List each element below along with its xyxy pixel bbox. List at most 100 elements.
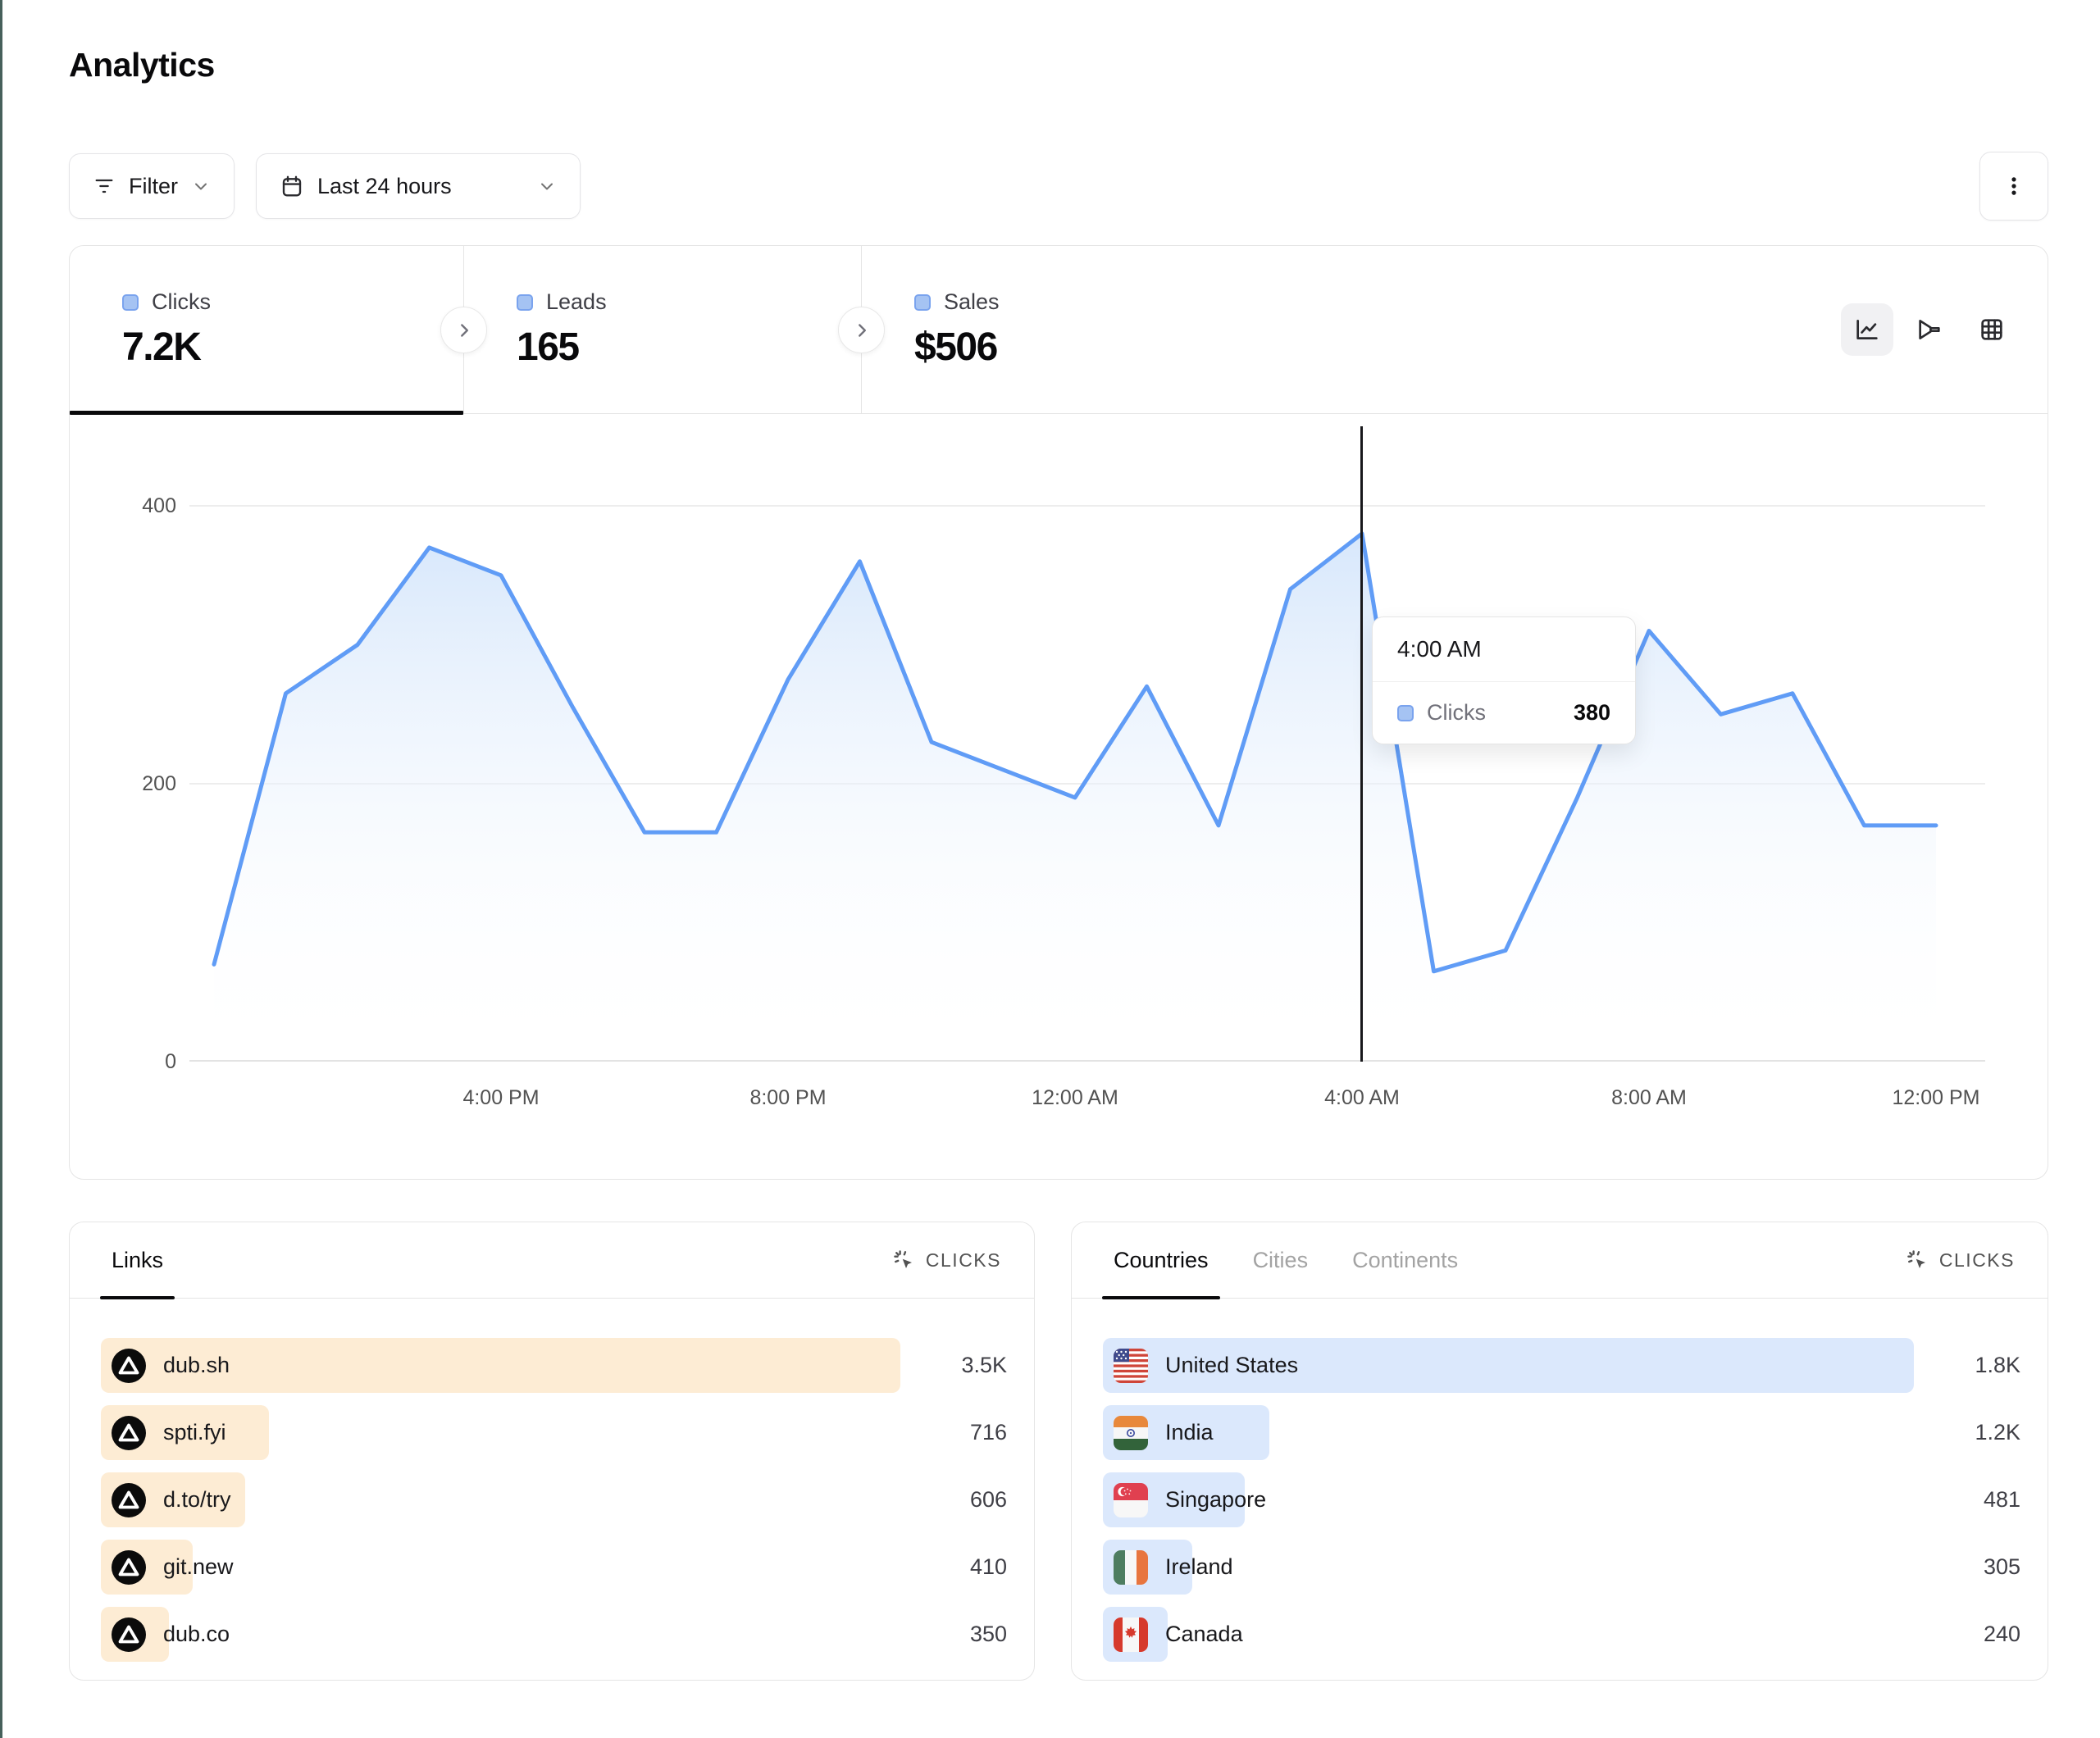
country-label: Ireland: [1165, 1554, 1233, 1580]
tooltip-time: 4:00 AM: [1373, 617, 1635, 682]
country-clicks-value: 1.8K: [1914, 1353, 2020, 1378]
link-clicks-value: 716: [900, 1420, 1007, 1445]
x-axis-tick: 12:00 AM: [1001, 1086, 1149, 1110]
metric-label: Clicks: [152, 289, 211, 315]
filter-button-label: Filter: [129, 174, 178, 199]
link-clicks-value: 350: [900, 1622, 1007, 1647]
link-row[interactable]: d.to/try 606: [101, 1472, 1007, 1527]
country-clicks-value: 240: [1914, 1622, 2020, 1647]
metric-label: Leads: [546, 289, 607, 315]
kebab-menu-icon: [2003, 175, 2025, 197]
country-clicks-value: 1.2K: [1914, 1420, 2020, 1445]
analytics-page: Analytics Filter Last 24 hours Clicks 7.…: [0, 0, 2100, 1681]
line-chart-icon: [1853, 316, 1881, 344]
calendar-icon: [280, 174, 304, 198]
country-row[interactable]: United States 1.8K: [1103, 1338, 2020, 1393]
geo-panel-header: Countries Cities Continents CLICKS: [1072, 1222, 2048, 1299]
metrics-tabs-row: Clicks 7.2K Leads 165 Sales $506: [70, 246, 2048, 414]
more-options-button[interactable]: [1979, 152, 2048, 221]
line-chart-toggle-button[interactable]: [1841, 303, 1893, 356]
tab-clicks[interactable]: Clicks 7.2K: [70, 246, 464, 413]
links-rows: dub.sh 3.5K spti.fyi 716 d.to/try 606: [70, 1299, 1034, 1662]
links-panel-header: Links CLICKS: [70, 1222, 1034, 1299]
metric-label: Sales: [944, 289, 1000, 315]
geo-metric-header-label: CLICKS: [1939, 1249, 2015, 1272]
link-row[interactable]: dub.sh 3.5K: [101, 1338, 1007, 1393]
dub-logo-icon: [112, 1550, 146, 1585]
clicks-legend-square-icon: [122, 294, 139, 311]
tab-leads[interactable]: Leads 165: [464, 246, 862, 413]
link-row[interactable]: spti.fyi 716: [101, 1405, 1007, 1460]
table-view-toggle-button[interactable]: [1966, 303, 2018, 356]
metric-value: 7.2K: [122, 325, 463, 370]
date-range-button[interactable]: Last 24 hours: [256, 153, 581, 219]
link-label: git.new: [163, 1554, 234, 1580]
y-axis-tick: 200: [102, 770, 176, 798]
geo-panel: Countries Cities Continents CLICKS Unite…: [1071, 1222, 2048, 1681]
tab-countries[interactable]: Countries: [1114, 1222, 1209, 1298]
links-metric-header[interactable]: CLICKS: [891, 1248, 1001, 1272]
link-clicks-value: 3.5K: [900, 1353, 1007, 1378]
links-metric-header-label: CLICKS: [926, 1249, 1001, 1272]
link-clicks-value: 606: [900, 1487, 1007, 1513]
link-label: d.to/try: [163, 1487, 231, 1513]
chart-type-toggles: [1841, 303, 2018, 356]
geo-rows: United States 1.8K India 1.2K Singapor: [1072, 1299, 2048, 1662]
date-range-label: Last 24 hours: [317, 174, 452, 199]
funnel-chart-toggle-button[interactable]: [1903, 303, 1956, 356]
filter-button[interactable]: Filter: [69, 153, 235, 219]
filter-icon: [93, 175, 116, 198]
chevron-down-icon: [537, 176, 557, 196]
tab-links[interactable]: Links: [112, 1222, 163, 1298]
y-axis-tick: 400: [102, 492, 176, 520]
country-row[interactable]: Singapore 481: [1103, 1472, 2020, 1527]
tooltip-legend-square-icon: [1397, 705, 1414, 721]
sales-legend-square-icon: [914, 294, 931, 311]
x-axis-tick: 4:00 PM: [427, 1086, 575, 1110]
x-axis-tick: 8:00 PM: [714, 1086, 862, 1110]
country-row[interactable]: Canada 240: [1103, 1607, 2020, 1662]
country-label: Singapore: [1165, 1487, 1266, 1513]
hover-crosshair-line: [1360, 426, 1363, 1062]
link-clicks-value: 410: [900, 1554, 1007, 1580]
flag-ireland-icon: [1114, 1550, 1148, 1585]
area-chart[interactable]: [189, 463, 1985, 1062]
table-grid-icon: [1978, 316, 2006, 344]
dub-logo-icon: [112, 1617, 146, 1652]
dub-logo-icon: [112, 1349, 146, 1383]
chevron-right-icon: [851, 320, 872, 341]
country-clicks-value: 481: [1914, 1487, 2020, 1513]
y-axis-tick: 0: [102, 1048, 176, 1076]
clicks-chart-region: 400 200 0 4:00 PM 8:00 PM 12:00 AM 4:: [70, 414, 2048, 1178]
flag-singapore-icon: [1114, 1483, 1148, 1517]
tab-cities[interactable]: Cities: [1253, 1222, 1309, 1298]
funnel-chart-icon: [1916, 316, 1943, 344]
expand-clicks-button[interactable]: [440, 307, 487, 353]
flag-india-icon: [1114, 1416, 1148, 1450]
x-axis-tick: 4:00 AM: [1288, 1086, 1436, 1110]
link-row[interactable]: git.new 410: [101, 1540, 1007, 1595]
country-row[interactable]: India 1.2K: [1103, 1405, 2020, 1460]
link-label: dub.co: [163, 1622, 230, 1647]
analytics-card: Clicks 7.2K Leads 165 Sales $506: [69, 245, 2048, 1180]
country-label: Canada: [1165, 1622, 1243, 1647]
link-label: spti.fyi: [163, 1420, 226, 1445]
country-row[interactable]: Ireland 305: [1103, 1540, 2020, 1595]
page-title: Analytics: [69, 45, 2048, 84]
chevron-down-icon: [191, 176, 211, 196]
chart-tooltip: 4:00 AM Clicks 380: [1372, 616, 1636, 744]
x-axis-tick: 12:00 PM: [1862, 1086, 2010, 1110]
leads-legend-square-icon: [517, 294, 533, 311]
geo-metric-header[interactable]: CLICKS: [1905, 1248, 2015, 1272]
toolbar: Filter Last 24 hours: [69, 152, 2048, 221]
tab-continents[interactable]: Continents: [1352, 1222, 1458, 1298]
link-row[interactable]: dub.co 350: [101, 1607, 1007, 1662]
expand-leads-button[interactable]: [838, 307, 885, 353]
chevron-right-icon: [453, 320, 475, 341]
tooltip-series-name: Clicks: [1427, 700, 1486, 726]
links-panel: Links CLICKS dub.sh 3.5K spti: [69, 1222, 1035, 1681]
dub-logo-icon: [112, 1483, 146, 1517]
flag-united-states-icon: [1114, 1349, 1148, 1383]
link-label: dub.sh: [163, 1353, 230, 1378]
pointer-click-icon: [1905, 1248, 1929, 1272]
